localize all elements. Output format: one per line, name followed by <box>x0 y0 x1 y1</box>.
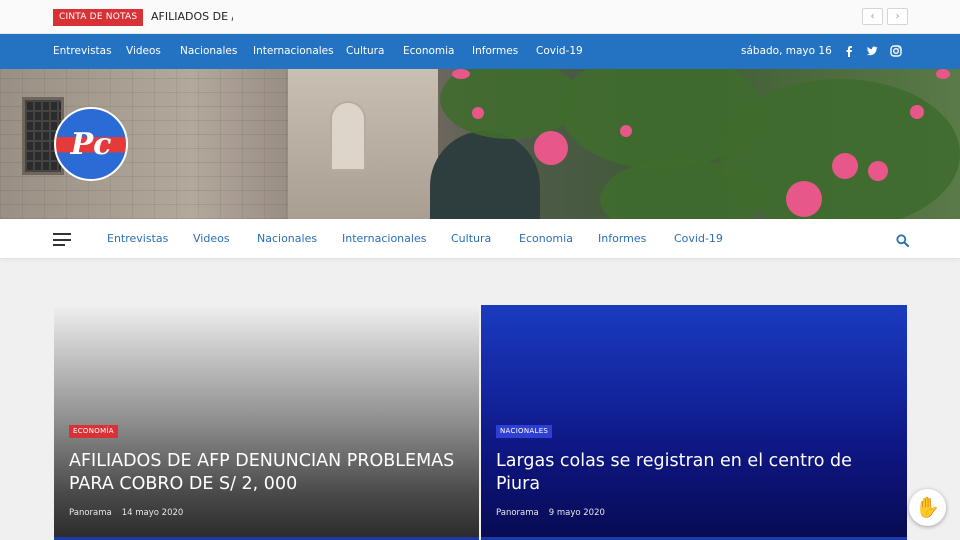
topnav-item-nacionales[interactable]: Nacionales <box>180 45 237 57</box>
nav-item-cultura[interactable]: Cultura <box>451 232 491 245</box>
ticker-prev-button[interactable]: ‹ <box>862 8 883 25</box>
topnav-item-informes[interactable]: Informes <box>472 45 518 57</box>
statue-niche <box>330 101 366 171</box>
hand-icon: ✋ <box>913 493 942 522</box>
instagram-icon[interactable] <box>889 45 903 59</box>
article-title[interactable]: Largas colas se registran en el centro d… <box>496 450 891 496</box>
chevron-right-icon: › <box>895 11 900 22</box>
nav-item-entrevistas[interactable]: Entrevistas <box>107 232 168 245</box>
hamburger-menu-icon[interactable] <box>53 233 71 246</box>
main-navigation-bar: Entrevistas Videos Nacionales Internacio… <box>0 219 960 259</box>
topnav-item-internacionales[interactable]: Internacionales <box>253 45 334 57</box>
chevron-left-icon: ‹ <box>870 11 875 22</box>
nav-item-videos[interactable]: Videos <box>193 232 230 245</box>
nav-item-economia[interactable]: Economia <box>519 232 573 245</box>
twitter-icon[interactable] <box>865 45 879 59</box>
news-ticker: CINTA DE NOTAS AFILIADOS DE /_ ‹ › <box>0 0 960 34</box>
featured-article-card[interactable]: NACIONALES Largas colas se registran en … <box>481 305 907 540</box>
site-logo[interactable]: Pc <box>54 107 128 181</box>
topnav-item-covid19[interactable]: Covid-19 <box>536 45 583 57</box>
header-banner-image <box>0 69 960 219</box>
category-tag[interactable]: NACIONALES <box>496 425 553 438</box>
ticker-label: CINTA DE NOTAS <box>53 9 144 26</box>
featured-article-card[interactable]: ECONOMÍA AFILIADOS DE AFP DENUNCIAN PROB… <box>54 305 479 540</box>
nav-item-internacionales[interactable]: Internacionales <box>342 232 426 245</box>
topnav-item-cultura[interactable]: Cultura <box>346 45 384 57</box>
logo-text: Pc <box>70 127 112 162</box>
topnav-item-economia[interactable]: Economia <box>403 45 455 57</box>
ticker-headline[interactable]: AFILIADOS DE /_ <box>151 10 233 23</box>
pink-flower <box>472 107 484 119</box>
pink-flower <box>620 125 632 137</box>
article-author[interactable]: Panorama <box>69 508 112 518</box>
pink-flower <box>832 153 858 179</box>
pink-flower <box>936 69 950 79</box>
foliage <box>440 69 580 139</box>
article-meta: Panorama 9 mayo 2020 <box>496 508 605 518</box>
article-title[interactable]: AFILIADOS DE AFP DENUNCIAN PROBLEMAS PAR… <box>69 450 464 496</box>
article-author[interactable]: Panorama <box>496 508 539 518</box>
pink-flower <box>868 161 888 181</box>
pink-flower <box>452 69 470 79</box>
church-door <box>430 131 540 219</box>
topnav-item-entrevistas[interactable]: Entrevistas <box>53 45 112 57</box>
nav-item-covid19[interactable]: Covid-19 <box>674 232 723 245</box>
current-date: sábado, mayo 16 <box>741 45 832 57</box>
article-date: 14 mayo 2020 <box>121 508 184 518</box>
nav-item-nacionales[interactable]: Nacionales <box>257 232 317 245</box>
article-date: 9 mayo 2020 <box>548 508 605 518</box>
facebook-icon[interactable] <box>842 45 856 59</box>
search-icon[interactable] <box>896 232 909 247</box>
topnav-item-videos[interactable]: Videos <box>126 45 161 57</box>
top-navigation-bar: Entrevistas Videos Nacionales Internacio… <box>0 34 960 69</box>
pink-flower <box>534 131 568 165</box>
pink-flower <box>910 105 924 119</box>
article-meta: Panorama 14 mayo 2020 <box>69 508 183 518</box>
pink-flower <box>786 181 822 217</box>
category-tag[interactable]: ECONOMÍA <box>69 425 118 438</box>
ticker-next-button[interactable]: › <box>887 8 908 25</box>
nav-item-informes[interactable]: Informes <box>598 232 646 245</box>
accessibility-button[interactable]: ✋ <box>909 489 946 526</box>
